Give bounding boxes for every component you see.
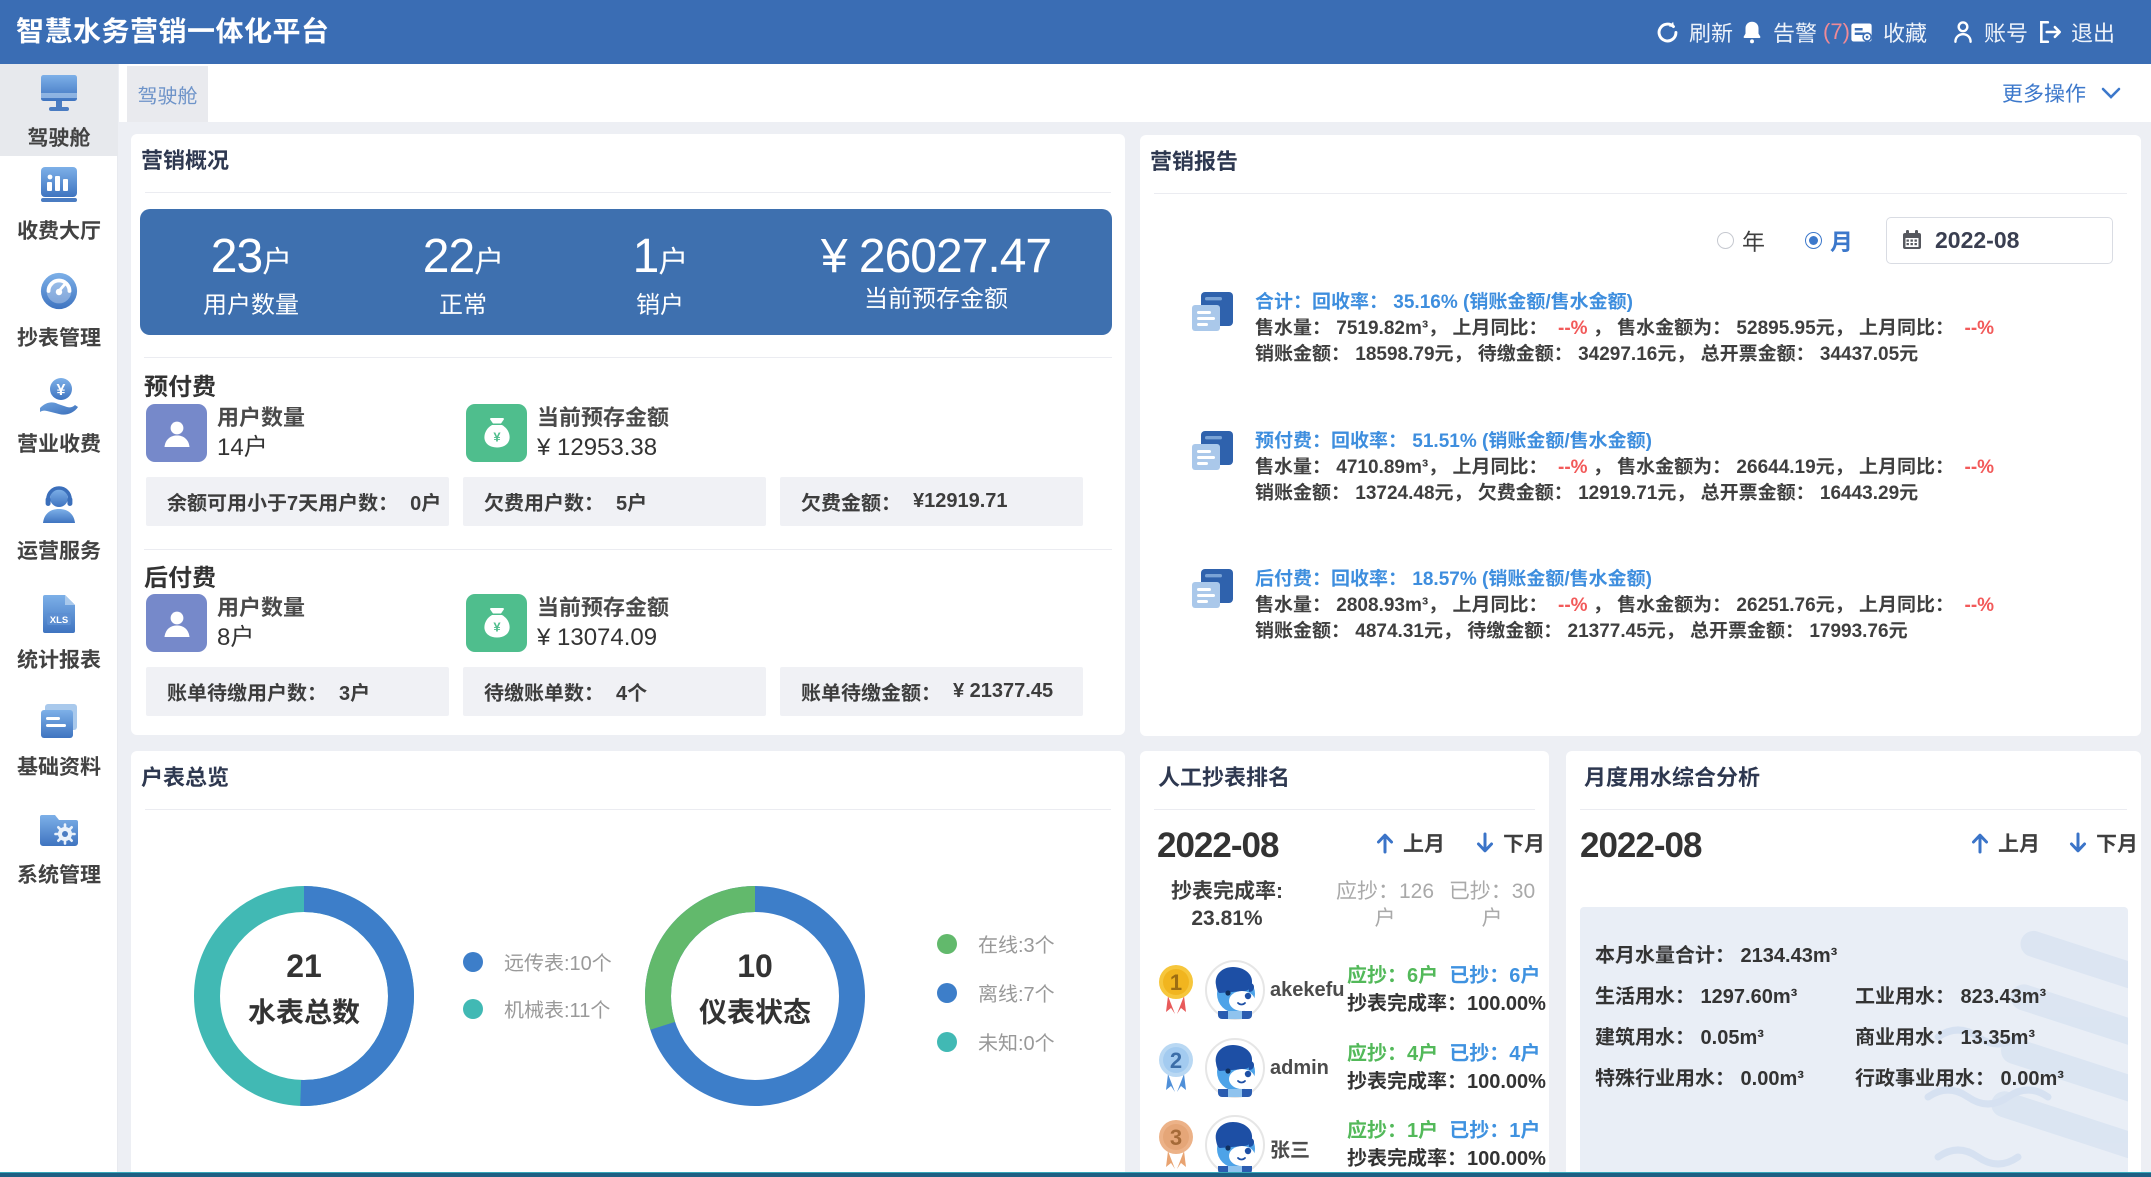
svg-text:XLS: XLS — [50, 615, 68, 626]
svg-text:¥: ¥ — [493, 430, 501, 445]
svg-text:¥: ¥ — [57, 382, 66, 399]
svg-text:3: 3 — [1170, 1125, 1182, 1150]
svg-text:¥: ¥ — [493, 620, 501, 635]
svg-text:1: 1 — [1170, 970, 1182, 995]
svg-text:2: 2 — [1170, 1048, 1182, 1073]
